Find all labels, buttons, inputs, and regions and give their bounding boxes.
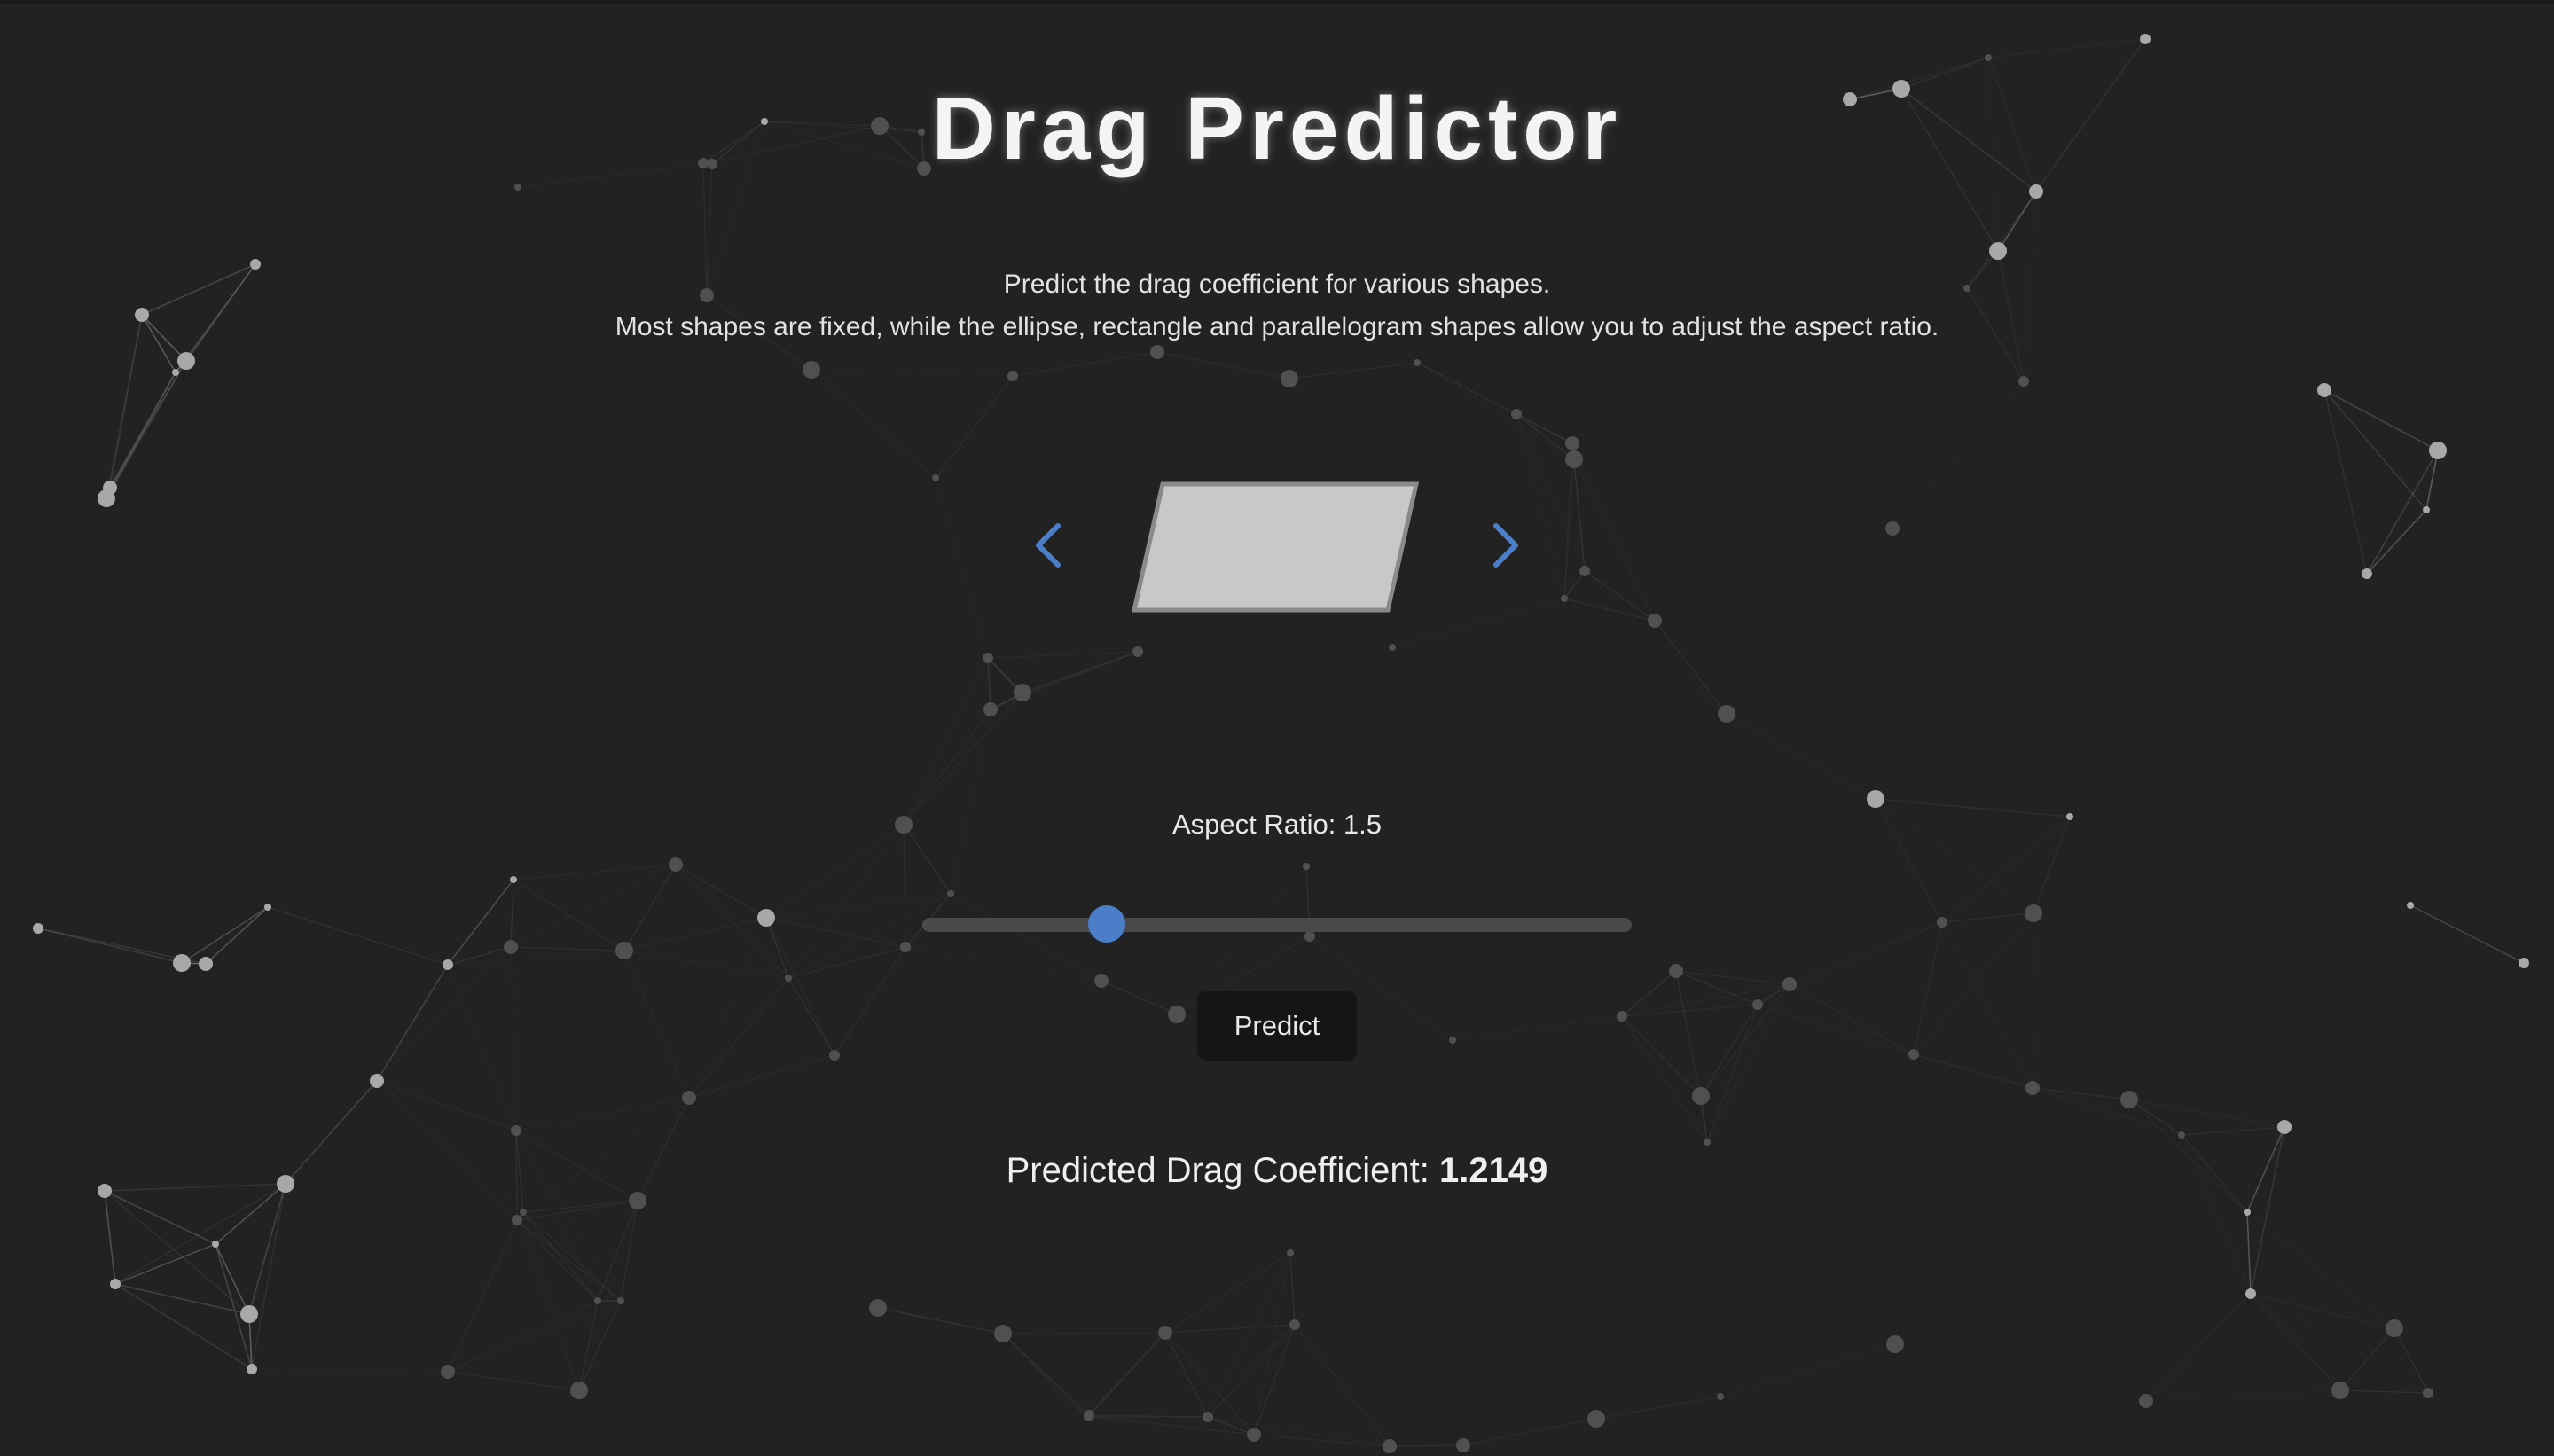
parallelogram-shape xyxy=(1131,481,1420,613)
page-title: Drag Predictor xyxy=(931,79,1623,178)
prediction-value: 1.2149 xyxy=(1439,1151,1548,1190)
aspect-ratio-slider[interactable] xyxy=(922,905,1632,943)
prediction-label: Predicted Drag Coefficient: xyxy=(1006,1151,1430,1190)
chevron-left-icon xyxy=(1036,523,1061,568)
description-line-1: Predict the drag coefficient for various… xyxy=(1003,270,1551,299)
aspect-ratio-label: Aspect Ratio: 1.5 xyxy=(1171,809,1383,840)
aspect-ratio-slider-thumb[interactable] xyxy=(1088,905,1125,943)
predict-button[interactable]: Predict xyxy=(1197,991,1357,1061)
next-shape-button[interactable] xyxy=(1477,510,1530,581)
description-line-2: Most shapes are fixed, while the ellipse… xyxy=(615,312,1939,341)
prediction-result: Predicted Drag Coefficient: 1.2149 xyxy=(0,1151,2554,1191)
previous-shape-button[interactable] xyxy=(1024,510,1077,581)
chevron-right-icon xyxy=(1493,523,1518,568)
app-root: Drag Predictor Predict the drag coeffici… xyxy=(0,0,2554,1456)
main-content: Drag Predictor Predict the drag coeffici… xyxy=(0,0,2554,1456)
shape-preview xyxy=(1131,481,1420,613)
